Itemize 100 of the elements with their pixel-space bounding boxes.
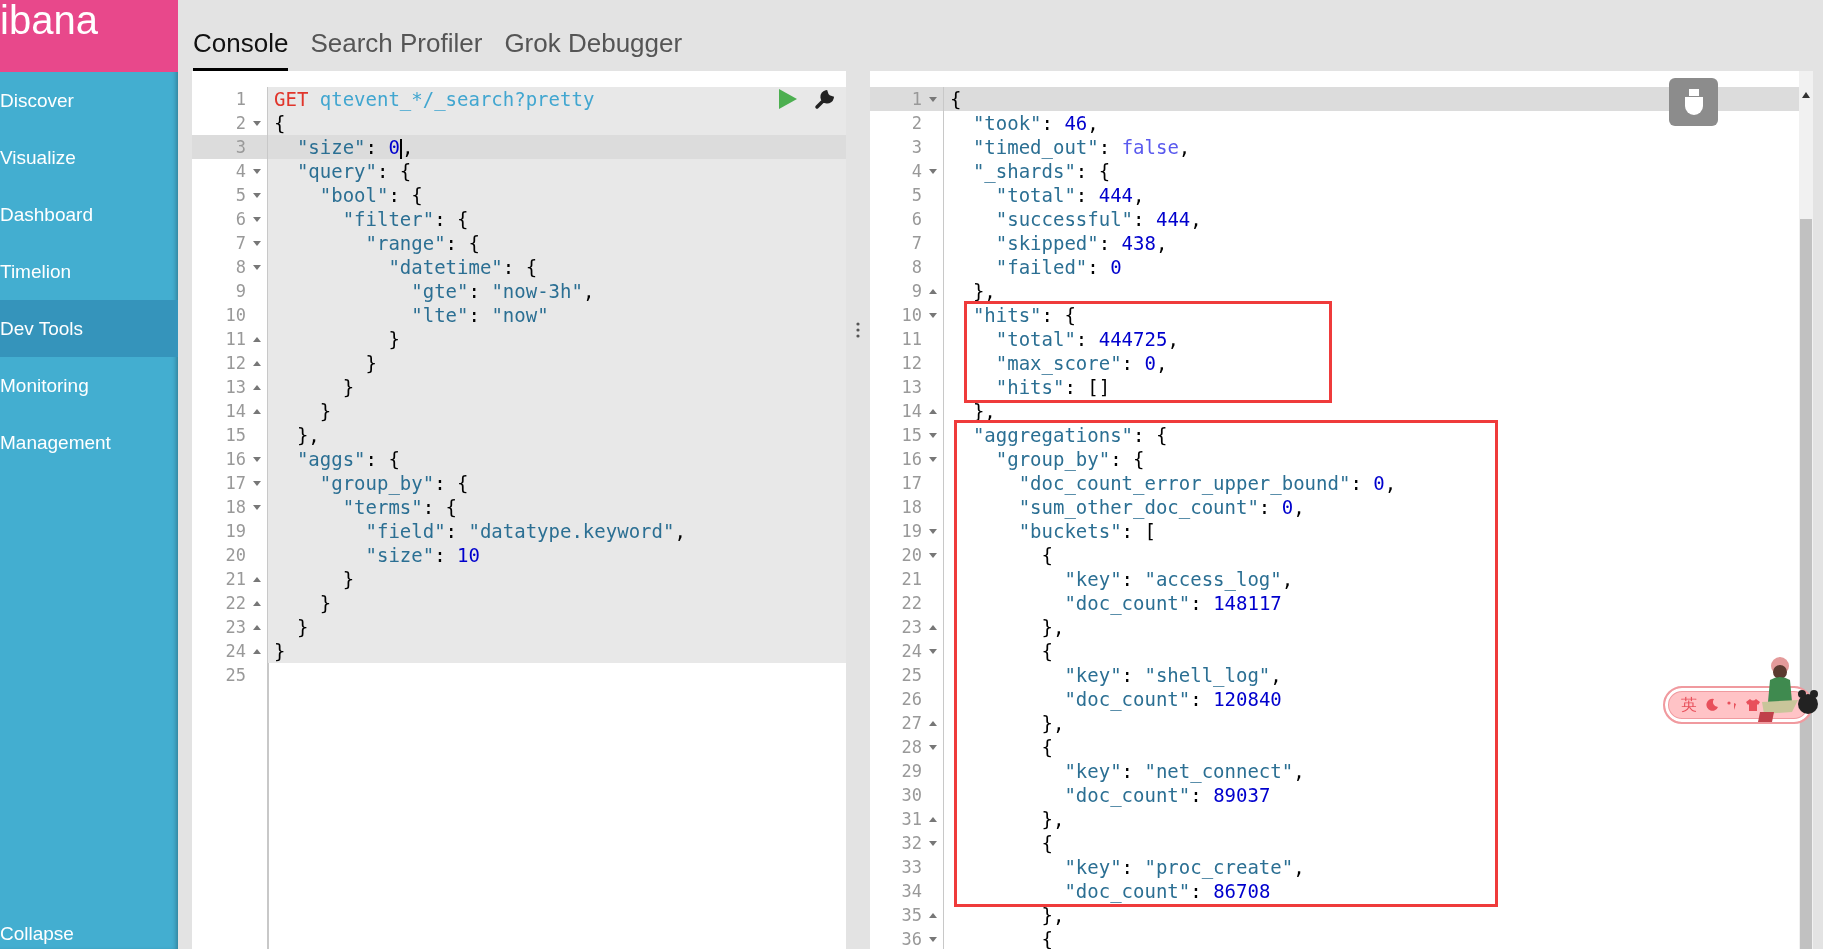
- code-line: "hits": []: [994, 375, 1111, 399]
- code-line: "_shards": {: [971, 159, 1111, 183]
- nav-item[interactable]: Dashboard: [0, 186, 178, 243]
- fold-arrow-icon[interactable]: [252, 118, 262, 128]
- line-number: 6: [234, 209, 246, 229]
- code-line: {: [1040, 927, 1053, 949]
- fold-arrow-icon[interactable]: [928, 934, 938, 944]
- line-number: 20: [900, 545, 922, 565]
- fold-arrow-icon[interactable]: [252, 262, 262, 272]
- fold-arrow-icon[interactable]: [928, 526, 938, 536]
- fold-arrow-icon[interactable]: [928, 430, 938, 440]
- code-line: }: [364, 351, 377, 375]
- fold-arrow-icon[interactable]: [928, 646, 938, 656]
- moon-icon[interactable]: [1705, 698, 1719, 712]
- code-line: "skipped": 438,: [994, 231, 1168, 255]
- line-number: 9: [910, 281, 922, 301]
- line-number: 11: [224, 329, 246, 349]
- fold-arrow-icon[interactable]: [928, 838, 938, 848]
- line-number: 31: [900, 809, 922, 829]
- code-line: "hits": {: [971, 303, 1076, 327]
- code-line: "total": 444,: [994, 183, 1145, 207]
- code-line: "max_score": 0,: [994, 351, 1168, 375]
- code-line: {: [1040, 639, 1053, 663]
- fold-arrow-icon[interactable]: [252, 454, 262, 464]
- nav-item[interactable]: Dev Tools: [0, 300, 178, 357]
- line-number: 28: [900, 737, 922, 757]
- resize-handle-icon[interactable]: [856, 322, 860, 338]
- fold-arrow-icon[interactable]: [928, 94, 938, 104]
- line-number: 22: [900, 593, 922, 613]
- line-number: 8: [910, 257, 922, 277]
- line-number: 14: [224, 401, 246, 421]
- nav-item[interactable]: Discover: [0, 72, 178, 129]
- line-number: 10: [900, 305, 922, 325]
- wrench-icon[interactable]: [814, 88, 836, 110]
- ime-mode[interactable]: 英: [1681, 694, 1697, 716]
- code-line: "datetime": {: [387, 255, 538, 279]
- fold-arrow-icon[interactable]: [928, 310, 938, 320]
- code-line: "aggregations": {: [971, 423, 1168, 447]
- fold-arrow-icon[interactable]: [928, 550, 938, 560]
- fold-arrow-icon[interactable]: [252, 190, 262, 200]
- line-number: 20: [224, 545, 246, 565]
- shirt-icon[interactable]: [1745, 698, 1761, 712]
- line-number: 26: [900, 689, 922, 709]
- line-number: 1: [234, 89, 246, 109]
- line-number: 5: [234, 185, 246, 205]
- fold-arrow-icon[interactable]: [928, 166, 938, 176]
- code-line: "group_by": {: [994, 447, 1145, 471]
- line-number: 3: [910, 137, 922, 157]
- nav-item[interactable]: Visualize: [0, 129, 178, 186]
- fold-arrow-icon[interactable]: [252, 502, 262, 512]
- line-number: 15: [224, 425, 246, 445]
- line-number: 21: [224, 569, 246, 589]
- code-line: "bool": {: [318, 183, 423, 207]
- code-line: {: [1040, 543, 1053, 567]
- code-line: "buckets": [: [1017, 519, 1156, 543]
- line-number: 16: [224, 449, 246, 469]
- line-number: 11: [900, 329, 922, 349]
- line-number: 36: [900, 929, 922, 949]
- fold-arrow-icon[interactable]: [928, 742, 938, 752]
- nav-item[interactable]: Management: [0, 414, 178, 471]
- fold-arrow-icon[interactable]: [252, 478, 262, 488]
- code-line: }: [341, 567, 355, 591]
- code-line: "doc_count": 120840: [1063, 687, 1282, 711]
- code-line: },: [1040, 903, 1065, 927]
- nav-item[interactable]: Timelion: [0, 243, 178, 300]
- tab[interactable]: Search Profiler: [310, 28, 483, 71]
- code-line: },: [1040, 807, 1065, 831]
- line-number: 2: [234, 113, 246, 133]
- fold-arrow-icon[interactable]: [928, 454, 938, 464]
- floating-button[interactable]: [1669, 78, 1718, 126]
- line-number: 35: [900, 905, 922, 925]
- code-line: },: [1040, 615, 1065, 639]
- nav-item[interactable]: Monitoring: [0, 357, 178, 414]
- line-number: 23: [900, 617, 922, 637]
- code-line: "key": "proc_create",: [1063, 855, 1305, 879]
- scrollbar[interactable]: [1799, 71, 1813, 949]
- scrollbar-thumb[interactable]: [1800, 219, 1812, 949]
- line-number: 27: [900, 713, 922, 733]
- code-line: "field": "datatype.keyword",: [364, 519, 686, 543]
- line-number: 30: [900, 785, 922, 805]
- line-number: 13: [224, 377, 246, 397]
- fold-arrow-icon[interactable]: [252, 238, 262, 248]
- fold-arrow-icon[interactable]: [252, 166, 262, 176]
- line-number: 15: [900, 425, 922, 445]
- code-line: "size": 0,: [295, 135, 414, 159]
- collapse-link[interactable]: Collapse: [0, 921, 178, 949]
- code-line: }: [318, 591, 332, 615]
- line-number: 17: [900, 473, 922, 493]
- line-number: 29: [900, 761, 922, 781]
- line-number: 2: [910, 113, 922, 133]
- fold-arrow-icon[interactable]: [252, 214, 262, 224]
- code-line: "doc_count_error_upper_bound": 0,: [1017, 471, 1397, 495]
- line-number: 24: [900, 641, 922, 661]
- code-line: "aggs": {: [295, 447, 400, 471]
- code-line: "total": 444725,: [994, 327, 1179, 351]
- line-number: 3: [234, 137, 246, 157]
- tab[interactable]: Grok Debugger: [504, 28, 683, 71]
- scroll-up-icon[interactable]: [1801, 91, 1811, 99]
- play-icon[interactable]: [778, 88, 798, 110]
- line-number: 14: [900, 401, 922, 421]
